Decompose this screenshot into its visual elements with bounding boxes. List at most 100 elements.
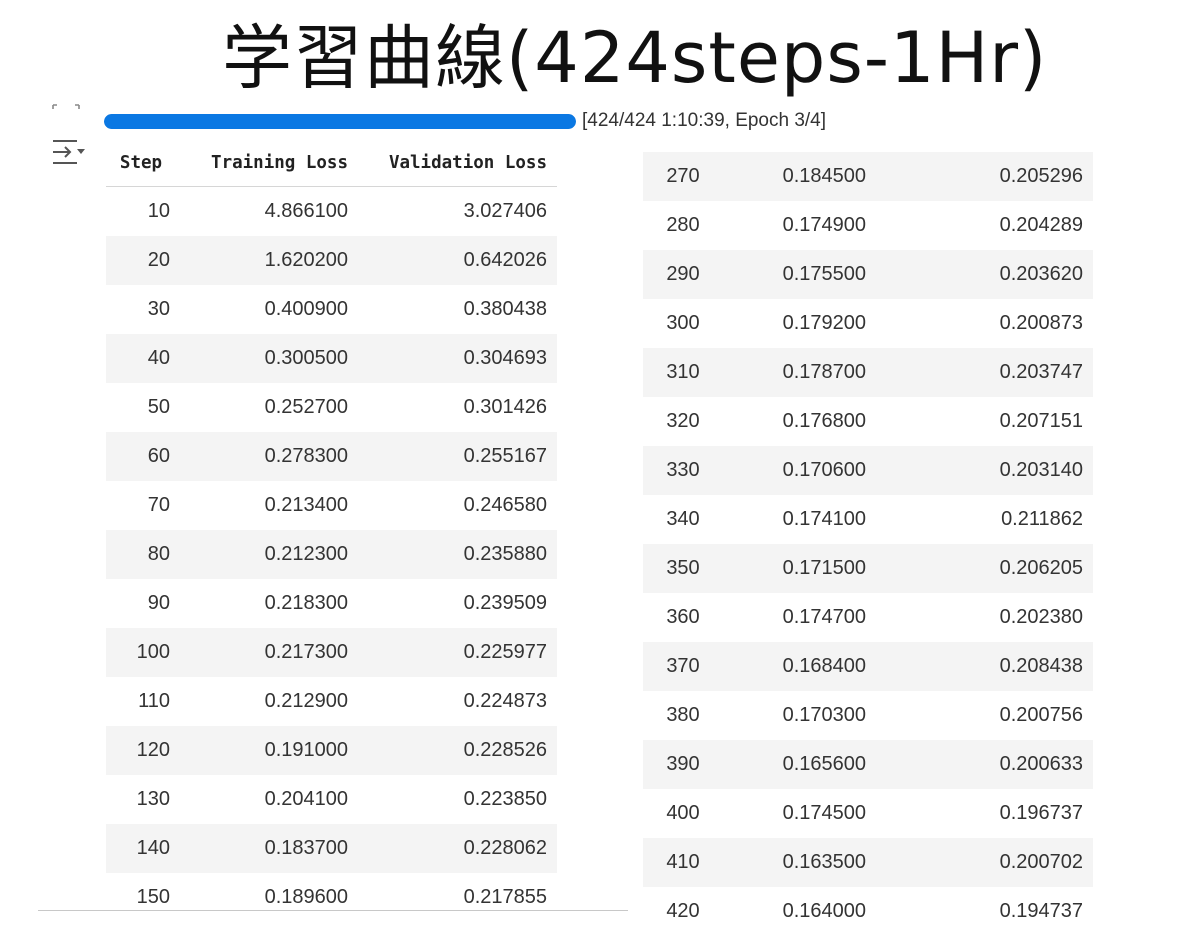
cell-validation-loss: 0.200756 (866, 691, 1093, 740)
cell-step: 340 (643, 495, 723, 544)
table-row: 130 0.204100 0.223850 (106, 775, 557, 824)
cell-step: 140 (106, 824, 176, 873)
table-row: 380 0.170300 0.200756 (643, 691, 1093, 740)
table-row: 60 0.278300 0.255167 (106, 432, 557, 481)
cell-step: 100 (106, 628, 176, 677)
table-row: 280 0.174900 0.204289 (643, 201, 1093, 250)
cell-training-loss: 0.174700 (723, 593, 866, 642)
cell-training-loss: 0.212900 (176, 677, 348, 726)
cell-step: 410 (643, 838, 723, 887)
table-row: 10 4.866100 3.027406 (106, 186, 557, 236)
cell-training-loss: 0.252700 (176, 383, 348, 432)
cell-step: 420 (643, 887, 723, 936)
cell-step: 310 (643, 348, 723, 397)
cell-validation-loss: 0.194737 (866, 887, 1093, 936)
cell-validation-loss: 0.223850 (348, 775, 557, 824)
cell-validation-loss: 0.203620 (866, 250, 1093, 299)
cell-validation-loss: 0.202380 (866, 593, 1093, 642)
table-row: 420 0.164000 0.194737 (643, 887, 1093, 936)
cell-validation-loss: 3.027406 (348, 186, 557, 236)
cell-validation-loss: 0.301426 (348, 383, 557, 432)
cell-step: 270 (643, 152, 723, 201)
table-row: 400 0.174500 0.196737 (643, 789, 1093, 838)
cell-training-loss: 0.179200 (723, 299, 866, 348)
cell-training-loss: 0.175500 (723, 250, 866, 299)
cell-validation-loss: 0.203747 (866, 348, 1093, 397)
cell-training-loss: 0.171500 (723, 544, 866, 593)
table-row: 140 0.183700 0.228062 (106, 824, 557, 873)
cell-step: 350 (643, 544, 723, 593)
cell-step: 330 (643, 446, 723, 495)
progress-status-text: [424/424 1:10:39, Epoch 3/4] (582, 110, 827, 131)
cell-validation-loss: 0.228062 (348, 824, 557, 873)
cell-step: 30 (106, 285, 176, 334)
cell-training-loss: 0.176800 (723, 397, 866, 446)
cell-step: 360 (643, 593, 723, 642)
cell-validation-loss: 0.255167 (348, 432, 557, 481)
cell-validation-loss: 0.246580 (348, 481, 557, 530)
progress-fill (104, 114, 576, 129)
cell-training-loss: 0.218300 (176, 579, 348, 628)
output-toggle-icon[interactable] (50, 138, 86, 166)
table-row: 90 0.218300 0.239509 (106, 579, 557, 628)
expand-output-icon[interactable] (52, 104, 80, 116)
cell-training-loss: 0.174900 (723, 201, 866, 250)
cell-training-loss: 0.212300 (176, 530, 348, 579)
table-row: 410 0.163500 0.200702 (643, 838, 1093, 887)
table-row: 40 0.300500 0.304693 (106, 334, 557, 383)
cell-validation-loss: 0.211862 (866, 495, 1093, 544)
cell-training-loss: 0.164000 (723, 887, 866, 936)
cell-training-loss: 0.278300 (176, 432, 348, 481)
table-row: 390 0.165600 0.200633 (643, 740, 1093, 789)
table-row: 50 0.252700 0.301426 (106, 383, 557, 432)
cell-step: 50 (106, 383, 176, 432)
cell-training-loss: 0.170600 (723, 446, 866, 495)
cell-validation-loss: 0.642026 (348, 236, 557, 285)
cell-step: 390 (643, 740, 723, 789)
cell-validation-loss: 0.224873 (348, 677, 557, 726)
cell-training-loss: 0.204100 (176, 775, 348, 824)
table-row: 310 0.178700 0.203747 (643, 348, 1093, 397)
cell-training-loss: 0.178700 (723, 348, 866, 397)
cell-training-loss: 1.620200 (176, 236, 348, 285)
cell-training-loss: 0.163500 (723, 838, 866, 887)
cell-training-loss: 0.213400 (176, 481, 348, 530)
table-row: 290 0.175500 0.203620 (643, 250, 1093, 299)
header-step: Step (106, 140, 176, 187)
table-row: 340 0.174100 0.211862 (643, 495, 1093, 544)
table-row: 360 0.174700 0.202380 (643, 593, 1093, 642)
training-log-table-right: 270 0.184500 0.205296 280 0.174900 0.204289 29… (643, 152, 1093, 936)
cell-step: 130 (106, 775, 176, 824)
cell-training-loss: 0.191000 (176, 726, 348, 775)
cell-validation-loss: 0.205296 (866, 152, 1093, 201)
cell-validation-loss: 0.200873 (866, 299, 1093, 348)
cell-step: 320 (643, 397, 723, 446)
cell-step: 400 (643, 789, 723, 838)
cell-step: 290 (643, 250, 723, 299)
table-row: 270 0.184500 0.205296 (643, 152, 1093, 201)
table-row: 110 0.212900 0.224873 (106, 677, 557, 726)
cell-step: 60 (106, 432, 176, 481)
training-log-table-left: Step Training Loss Validation Loss 10 4.8… (106, 140, 557, 922)
page-title: 学習曲線(424steps-1Hr) (222, 17, 1048, 99)
cell-validation-loss: 0.203140 (866, 446, 1093, 495)
table-row: 370 0.168400 0.208438 (643, 642, 1093, 691)
table-row: 30 0.400900 0.380438 (106, 285, 557, 334)
cell-training-loss: 0.170300 (723, 691, 866, 740)
cell-training-loss: 0.174500 (723, 789, 866, 838)
cell-step: 280 (643, 201, 723, 250)
cell-training-loss: 0.184500 (723, 152, 866, 201)
cell-step: 370 (643, 642, 723, 691)
cell-validation-loss: 0.208438 (866, 642, 1093, 691)
cell-validation-loss: 0.304693 (348, 334, 557, 383)
cell-validation-loss: 0.225977 (348, 628, 557, 677)
cell-step: 40 (106, 334, 176, 383)
cell-step: 90 (106, 579, 176, 628)
table-row: 100 0.217300 0.225977 (106, 628, 557, 677)
cell-step: 80 (106, 530, 176, 579)
cell-training-loss: 0.165600 (723, 740, 866, 789)
cell-step: 10 (106, 186, 176, 236)
cell-validation-loss: 0.235880 (348, 530, 557, 579)
cell-validation-loss: 0.207151 (866, 397, 1093, 446)
cell-step: 70 (106, 481, 176, 530)
